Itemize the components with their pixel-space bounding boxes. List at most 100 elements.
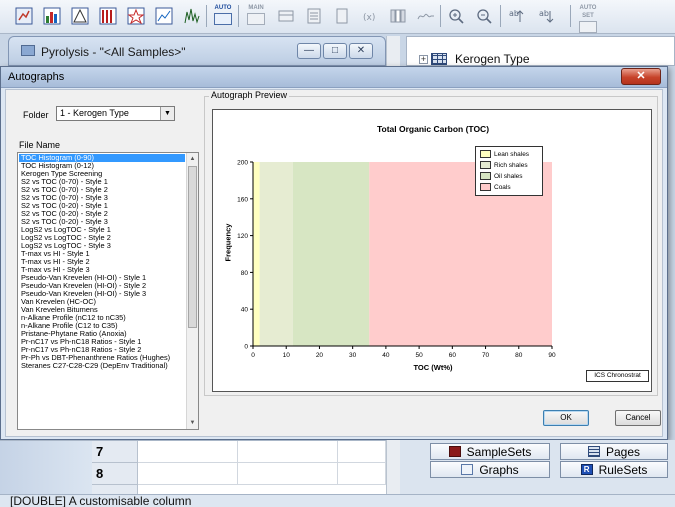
file-list-item[interactable]: n-Alkane Profile (C12 to C35) <box>19 322 185 330</box>
file-list-item[interactable]: T-max vs HI - Style 3 <box>19 266 185 274</box>
grid-icon <box>431 53 447 65</box>
file-list-item[interactable]: LogS2 vs LogTOC - Style 1 <box>19 226 185 234</box>
x-tick-label: 80 <box>515 352 523 359</box>
file-list-item[interactable]: Pr-Ph vs DBT-Phenanthrene Ratios (Hughes… <box>19 354 185 362</box>
auto-graph-button[interactable]: AUTO <box>211 4 235 28</box>
window-close-button[interactable]: ✕ <box>349 43 373 59</box>
file-list-item[interactable]: Kerogen Type Screening <box>19 170 185 178</box>
chart-plot: 0 40 80 120 160 200 0 10 20 30 40 50 60 70 80 90 <box>237 160 556 360</box>
x-tick-label: 50 <box>415 352 423 359</box>
pages-button[interactable]: Pages <box>560 443 668 460</box>
folder-dropdown[interactable]: 1 - Kerogen Type ▼ <box>56 106 175 121</box>
file-list-item[interactable]: S2 vs TOC (0-70) - Style 1 <box>19 178 185 186</box>
file-list-item[interactable]: T-max vs HI - Style 2 <box>19 258 185 266</box>
legend-label: Oil shales <box>494 173 523 180</box>
tree-expand-icon[interactable]: + <box>419 55 428 64</box>
file-list-item[interactable]: Van Krevelen (HC-OC) <box>19 298 185 306</box>
grid-cell[interactable] <box>338 441 386 463</box>
scroll-down-icon[interactable]: ▼ <box>187 417 198 429</box>
table-icon[interactable] <box>274 4 298 28</box>
rulesets-button[interactable]: R RuleSets <box>560 461 668 478</box>
grid-cell[interactable] <box>138 441 238 463</box>
x-tick-label: 70 <box>482 352 490 359</box>
star-plot-icon[interactable] <box>124 4 148 28</box>
grid-cell[interactable] <box>238 441 338 463</box>
cancel-button[interactable]: Cancel <box>615 410 661 426</box>
file-list-item[interactable]: Pr-nC17 vs Ph-nC18 Ratios - Style 1 <box>19 338 185 346</box>
file-list-item[interactable]: LogS2 vs LogTOC - Style 2 <box>19 234 185 242</box>
legend-swatch <box>480 183 491 192</box>
toolbar-separator <box>500 5 501 27</box>
page-icon[interactable] <box>330 4 354 28</box>
x-tick-label: 10 <box>283 352 291 359</box>
file-list-scrollbar[interactable]: ▲ ▼ <box>186 153 198 429</box>
main-button[interactable]: MAIN <box>244 4 268 28</box>
file-list-item[interactable]: S2 vs TOC (0-20) - Style 3 <box>19 218 185 226</box>
column-chart-icon[interactable] <box>96 4 120 28</box>
minimize-button[interactable]: — <box>297 43 321 59</box>
file-list-item[interactable]: TOC Histogram (0-90) <box>19 154 185 162</box>
grid-cell[interactable] <box>138 463 238 485</box>
graph-icon[interactable] <box>12 4 36 28</box>
y-tick-label: 200 <box>237 160 248 167</box>
window-scrollbar[interactable] <box>386 36 400 66</box>
file-list-item[interactable]: Pseudo-Van Krevelen (HI-OI) - Style 2 <box>19 282 185 290</box>
samplesets-button[interactable]: SampleSets <box>430 443 550 460</box>
row-header[interactable]: 8 <box>92 463 138 485</box>
dialog-close-button[interactable]: ✕ <box>621 68 661 85</box>
scroll-up-icon[interactable]: ▲ <box>187 153 198 165</box>
data-grid: 7 8 <box>0 440 386 507</box>
file-list-item[interactable]: n-Alkane Profile (nC12 to nC35) <box>19 314 185 322</box>
file-list-item[interactable]: TOC Histogram (0-12) <box>19 162 185 170</box>
folder-value: 1 - Kerogen Type <box>60 108 129 118</box>
columns-icon[interactable] <box>386 4 410 28</box>
file-list-item[interactable]: S2 vs TOC (0-70) - Style 2 <box>19 186 185 194</box>
y-tick-label: 160 <box>237 196 248 203</box>
maximize-button[interactable]: □ <box>323 43 347 59</box>
file-list-item[interactable]: S2 vs TOC (0-20) - Style 2 <box>19 210 185 218</box>
tree-item-kerogen-type[interactable]: Kerogen Type <box>455 52 530 66</box>
legend-label: Coals <box>494 184 511 191</box>
zoom-out-icon[interactable] <box>472 4 496 28</box>
spectrum-icon[interactable] <box>180 4 204 28</box>
x-tick-label: 60 <box>449 352 457 359</box>
file-list-item[interactable]: T-max vs HI - Style 1 <box>19 250 185 258</box>
file-list-item[interactable]: S2 vs TOC (0-70) - Style 3 <box>19 194 185 202</box>
scroll-thumb[interactable] <box>188 166 197 328</box>
legend-label: Rich shales <box>494 162 528 169</box>
list-icon[interactable] <box>302 4 326 28</box>
file-list-item[interactable]: Pseudo-Van Krevelen (HI-OI) - Style 1 <box>19 274 185 282</box>
zoom-in-icon[interactable] <box>444 4 468 28</box>
grid-cell[interactable] <box>338 463 386 485</box>
line-graph-icon[interactable] <box>152 4 176 28</box>
file-list-item[interactable]: S2 vs TOC (0-20) - Style 1 <box>19 202 185 210</box>
file-list-item[interactable]: Pr-nC17 vs Ph-nC18 Ratios - Style 2 <box>19 346 185 354</box>
svg-text:(x): (x) <box>363 13 375 23</box>
grid-cell[interactable] <box>238 463 338 485</box>
toolbar-separator <box>570 5 571 27</box>
row-header[interactable]: 7 <box>92 441 138 463</box>
region-band <box>253 162 260 346</box>
toolbar-separator <box>440 5 441 27</box>
sort-descending-icon[interactable]: ab <box>535 4 559 28</box>
triangle-plot-icon[interactable] <box>68 4 92 28</box>
file-list-item[interactable]: Steranes C27-C28-C29 (DepEnv Traditional… <box>19 362 185 370</box>
file-list[interactable]: TOC Histogram (0-90) TOC Histogram (0-12)… <box>17 152 199 430</box>
xy-plot-icon[interactable]: (x) <box>358 4 382 28</box>
file-list-item[interactable]: Pseudo-Van Krevelen (HI-OI) - Style 3 <box>19 290 185 298</box>
file-list-item[interactable]: LogS2 vs LogTOC - Style 3 <box>19 242 185 250</box>
graphs-button[interactable]: Graphs <box>430 461 550 478</box>
pyrolysis-window-title: Pyrolysis - "<All Samples>" <box>41 45 186 59</box>
legend-swatch <box>480 172 491 181</box>
auto-set-button[interactable]: AUTO SET <box>576 4 600 33</box>
grid-scrollbar[interactable] <box>386 440 400 494</box>
file-list-item[interactable]: Pristane-Phytane Ratio (Anoxia) <box>19 330 185 338</box>
sort-ascending-icon[interactable]: ab <box>505 4 529 28</box>
bar-chart-icon[interactable] <box>40 4 64 28</box>
signature-icon[interactable] <box>414 4 438 28</box>
file-list-item[interactable]: Van Krevelen Bitumens <box>19 306 185 314</box>
ok-button[interactable]: OK <box>543 410 589 426</box>
dropdown-arrow-icon[interactable]: ▼ <box>160 107 174 120</box>
pages-icon <box>587 446 600 457</box>
chart-frame: 0 40 80 120 160 200 0 10 20 30 40 50 60 70 80 90 Total … <box>212 109 652 392</box>
